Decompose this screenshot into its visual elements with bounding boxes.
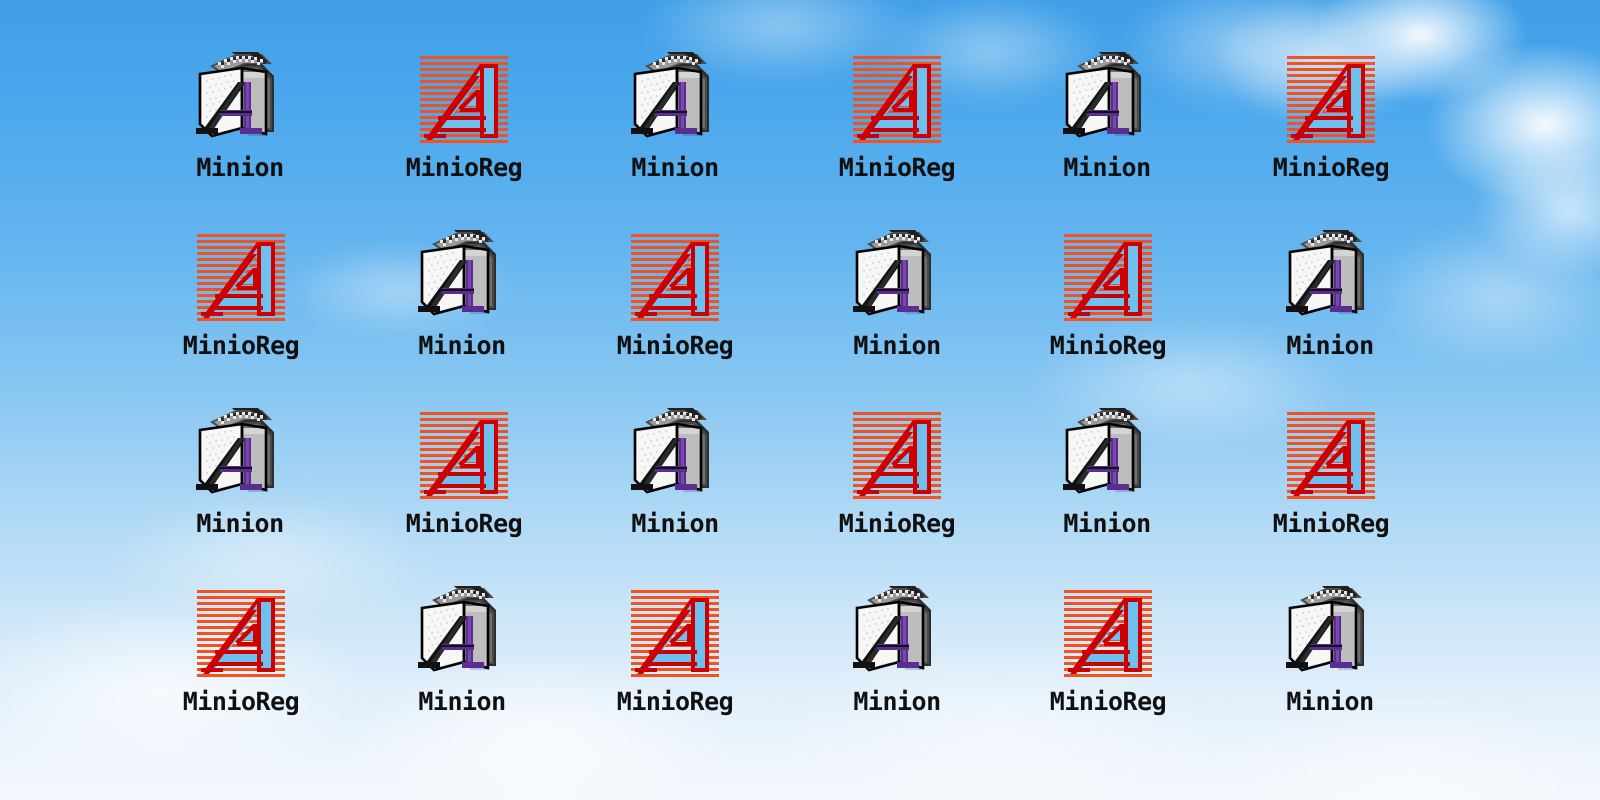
desktop-icon-label: Minion <box>418 331 506 360</box>
scanline-a-icon <box>845 404 949 508</box>
desktop-icon-label: Minion <box>418 687 506 716</box>
desktop-icon-minion[interactable]: Minion <box>377 582 547 716</box>
desktop-icon-label: Minion <box>196 509 284 538</box>
desktop-icon-minion[interactable]: Minion <box>590 48 760 182</box>
scanline-a-icon <box>1279 404 1383 508</box>
desktop-icon-minioreg[interactable]: MinioReg <box>156 582 326 716</box>
desktop-icon-label: MinioReg <box>405 509 523 538</box>
desktop-icon-label: Minion <box>631 509 719 538</box>
desktop-icon-minion[interactable]: Minion <box>812 582 982 716</box>
briefcase-portfolio-icon <box>410 582 514 686</box>
desktop-icon-label: MinioReg <box>1272 153 1390 182</box>
desktop-icon-minion[interactable]: Minion <box>1245 226 1415 360</box>
briefcase-portfolio-icon <box>845 226 949 330</box>
briefcase-portfolio-icon <box>188 48 292 152</box>
desktop-icon-minioreg[interactable]: MinioReg <box>156 226 326 360</box>
briefcase-portfolio-icon <box>188 404 292 508</box>
desktop-icon-minioreg[interactable]: MinioReg <box>1246 48 1416 182</box>
desktop-icon-minioreg[interactable]: MinioReg <box>379 48 549 182</box>
desktop-icon-label: MinioReg <box>182 687 300 716</box>
desktop-icon-label: Minion <box>1063 509 1151 538</box>
desktop-icon-label: MinioReg <box>838 153 956 182</box>
scanline-a-icon <box>189 226 293 330</box>
scanline-a-icon <box>1279 48 1383 152</box>
desktop-icon-label: MinioReg <box>1049 687 1167 716</box>
scanline-a-icon <box>623 226 727 330</box>
desktop-icon-minioreg[interactable]: MinioReg <box>1023 226 1193 360</box>
scanline-a-icon <box>623 582 727 686</box>
desktop-icon-label: MinioReg <box>1272 509 1390 538</box>
desktop-icon-label: Minion <box>631 153 719 182</box>
briefcase-portfolio-icon <box>623 48 727 152</box>
desktop-icon-minioreg[interactable]: MinioReg <box>812 48 982 182</box>
desktop-icon-label: MinioReg <box>182 331 300 360</box>
desktop-icon-minion[interactable]: Minion <box>812 226 982 360</box>
desktop-icon-label: MinioReg <box>616 331 734 360</box>
desktop-icon-grid: Minion MinioReg Minion MinioReg Minion MinioR… <box>0 0 1600 800</box>
desktop-icon-minioreg[interactable]: MinioReg <box>1246 404 1416 538</box>
desktop-icon-minioreg[interactable]: MinioReg <box>1023 582 1193 716</box>
desktop-icon-minioreg[interactable]: MinioReg <box>379 404 549 538</box>
scanline-a-icon <box>412 48 516 152</box>
desktop-icon-minion[interactable]: Minion <box>590 404 760 538</box>
briefcase-portfolio-icon <box>1055 404 1159 508</box>
scanline-a-icon <box>412 404 516 508</box>
desktop-icon-minion[interactable]: Minion <box>377 226 547 360</box>
scanline-a-icon <box>1056 582 1160 686</box>
briefcase-portfolio-icon <box>410 226 514 330</box>
desktop-icon-label: Minion <box>1286 331 1374 360</box>
desktop-icon-label: MinioReg <box>1049 331 1167 360</box>
scanline-a-icon <box>845 48 949 152</box>
scanline-a-icon <box>189 582 293 686</box>
briefcase-portfolio-icon <box>1055 48 1159 152</box>
desktop-icon-minion[interactable]: Minion <box>1245 582 1415 716</box>
desktop-icon-label: Minion <box>1063 153 1151 182</box>
briefcase-portfolio-icon <box>1278 226 1382 330</box>
desktop-icon-label: MinioReg <box>616 687 734 716</box>
briefcase-portfolio-icon <box>845 582 949 686</box>
desktop-icon-minioreg[interactable]: MinioReg <box>590 582 760 716</box>
briefcase-portfolio-icon <box>1278 582 1382 686</box>
desktop-icon-minion[interactable]: Minion <box>155 48 325 182</box>
desktop-icon-label: MinioReg <box>838 509 956 538</box>
desktop-icon-label: Minion <box>1286 687 1374 716</box>
desktop-icon-minion[interactable]: Minion <box>155 404 325 538</box>
desktop-icon-minion[interactable]: Minion <box>1022 404 1192 538</box>
desktop-icon-label: Minion <box>853 687 941 716</box>
desktop-icon-minion[interactable]: Minion <box>1022 48 1192 182</box>
desktop-icon-minioreg[interactable]: MinioReg <box>812 404 982 538</box>
desktop-icon-minioreg[interactable]: MinioReg <box>590 226 760 360</box>
desktop-icon-label: MinioReg <box>405 153 523 182</box>
desktop-icon-label: Minion <box>196 153 284 182</box>
scanline-a-icon <box>1056 226 1160 330</box>
desktop-icon-label: Minion <box>853 331 941 360</box>
briefcase-portfolio-icon <box>623 404 727 508</box>
